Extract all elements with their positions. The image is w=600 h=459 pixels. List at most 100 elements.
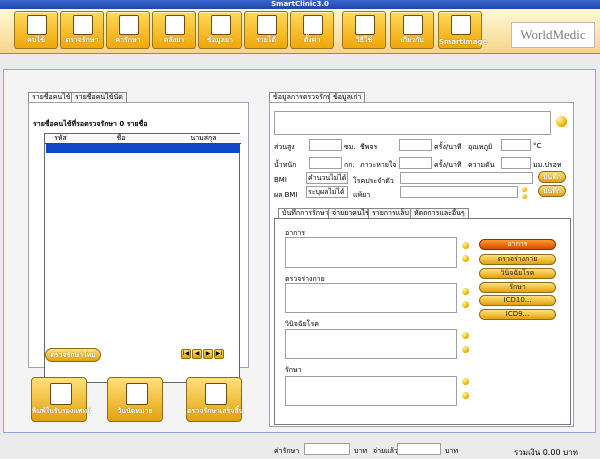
physical-exam-template-button[interactable]: ตรวจร่างกาย [479,254,556,265]
last-record-button[interactable]: ▶I [214,349,224,359]
bp-field[interactable] [501,157,531,169]
patient-list-title: รายชื่อคนไข้ที่รอตรวจรักษา 0 รายชื่อ [33,120,148,128]
next-record-button[interactable]: ▶ [203,349,213,359]
diagnosis-field[interactable] [285,329,457,359]
tab-treatment-record[interactable]: บันทึกการรักษา [278,208,333,218]
weight-label: น้ำหนัก [274,161,297,169]
allergy-up-icon[interactable] [522,187,527,192]
bmi-label: BMI [274,176,287,184]
finish-exam-button[interactable]: ตรวจรักษาเสร็จสิ้น [186,377,244,422]
new-exam-button[interactable]: ตรวจรักษาใหม่ [45,348,101,362]
settings-button[interactable]: ตั้งค่า [290,11,334,49]
fee-unit: บาท [354,447,367,455]
pulse-unit: ครั้ง/นาที [434,143,462,151]
drug-info-label: ข้อมูลยา [207,36,233,44]
about-icon [403,15,423,35]
icd10-button[interactable]: ICD10... [479,295,556,306]
weight-field[interactable] [309,157,342,169]
help-button-label: วิธีใช้ [355,36,373,44]
treatment-label: รักษา [285,366,302,374]
print-certificate-label: พิมพ์ใบรับรองแพทย์ [32,407,92,415]
patient-table: รหัส ชื่อ นามสกุล [44,133,241,383]
resp-field[interactable] [399,157,432,169]
allergy-field[interactable] [400,186,518,198]
prev-record-button[interactable]: ◀ [192,349,202,359]
fee-field[interactable] [304,443,350,455]
drug-info-button[interactable]: ข้อมูลยา [198,11,242,49]
help-icon [355,15,375,35]
diagnosis-template-button[interactable]: วินิจฉัยโรค [479,268,556,279]
height-unit: ซม. [344,143,356,151]
brand-logo: WorldMedic [511,22,595,48]
diagnosis-down-icon[interactable] [462,346,469,353]
icd9-button[interactable]: ICD9... [479,309,556,320]
diagnosis-up-icon[interactable] [462,332,469,339]
save-allergy-button[interactable]: บันทึก [538,185,566,197]
symptom-template-button[interactable]: อาการ [479,239,556,250]
physical-exam-up-icon[interactable] [462,288,469,295]
symptom-field[interactable] [285,237,457,268]
stock-button[interactable]: คลังยา [152,11,196,49]
weight-unit: กก. [344,161,355,169]
fee-button[interactable]: ค่ารักษา [106,11,150,49]
resp-label: ภาวะหายใจ [360,161,397,169]
temp-field[interactable] [501,139,531,151]
tab-lab[interactable]: รายการแล็บ [368,208,413,218]
treatment-up-icon[interactable] [462,378,469,385]
about-button[interactable]: เกี่ยวกับ [390,11,434,49]
appointment-button[interactable]: วันนัดหมาย [107,377,163,422]
physical-exam-down-icon[interactable] [462,301,469,308]
height-label: ส่วนสูง [274,143,295,151]
print-certificate-button[interactable]: พิมพ์ใบรับรองแพทย์ [31,377,92,422]
examine-toolbar-button[interactable]: ตรวจรักษา [60,11,104,49]
window-title: SmartClinic3.0 [0,0,600,9]
income-button[interactable]: รายได้ [244,11,288,49]
resp-unit: ครั้ง/นาที [434,161,462,169]
treatment-panel: อาการ ตรวจร่างกาย วินิจฉัยโรค รักษา อากา… [274,218,571,425]
main-toolbar: คนไข้ ตรวจรักษา ค่ารักษา คลังยา ข้อมูลยา… [0,9,600,54]
treatment-field[interactable] [285,376,457,406]
finish-exam-label: ตรวจรักษาเสร็จสิ้น [187,407,244,415]
settings-icon [303,15,323,35]
allergy-label: แพ้ยา [353,191,371,199]
allergy-down-icon[interactable] [522,194,527,199]
smartimage-button[interactable]: SmartImage [438,11,487,49]
selected-row[interactable] [46,144,240,153]
patient-button[interactable]: คนไข้ [14,11,58,49]
treatment-template-button[interactable]: รักษา [479,282,556,293]
treatment-down-icon[interactable] [462,392,469,399]
disease-label: โรคประจำตัว [353,177,394,185]
physical-exam-field[interactable] [285,283,457,313]
bmi-result-value: ระบุผลไม่ได้ [306,186,348,198]
symptom-down-icon[interactable] [462,255,469,262]
pulse-label: ชีพจร [360,143,378,151]
first-record-button[interactable]: I◀ [181,349,191,359]
pulse-field[interactable] [399,139,432,151]
settings-button-label: ตั้งค่า [303,36,321,44]
examine-toolbar-label: ตรวจรักษา [65,36,99,44]
bmi-result-label: ผล BMI [274,191,298,199]
temp-label: อุณหภูมิ [468,143,493,151]
table-navigation: I◀ ◀ ▶ ▶I [181,349,229,359]
calendar-icon [126,383,148,405]
patient-button-label: คนไข้ [27,36,45,44]
paid-field[interactable] [397,443,441,455]
height-field[interactable] [309,139,342,151]
temp-unit: °C [533,142,542,150]
disease-field[interactable] [400,172,533,184]
bmi-value: คำนวนไม่ได้ [306,172,348,184]
patient-list-panel: รายชื่อคนไข้ที่รอตรวจรักษา 0 รายชื่อ รหั… [28,102,249,383]
appointment-button-label: วันนัดหมาย [117,407,153,415]
symptom-up-icon[interactable] [462,242,469,249]
save-disease-button[interactable]: บันทึก [538,171,566,183]
new-exam-button-label: ตรวจรักษาใหม่ [50,351,96,359]
bp-label: ความดัน [468,161,495,169]
tab-old-info[interactable]: ข้อมูลเก่า [329,92,366,102]
tab-appointments[interactable]: รายชื่อคนไข้นัด [71,92,127,102]
tab-patient-list[interactable]: รายชื่อคนไข้ [28,92,75,102]
fee-button-label: ค่ารักษา [115,36,141,44]
paid-unit: บาท [445,447,458,455]
refresh-icon[interactable] [556,116,567,127]
help-button[interactable]: วิธีใช้ [342,11,386,49]
tab-procedures[interactable]: หัตถการและอื่นๆ [410,208,469,218]
